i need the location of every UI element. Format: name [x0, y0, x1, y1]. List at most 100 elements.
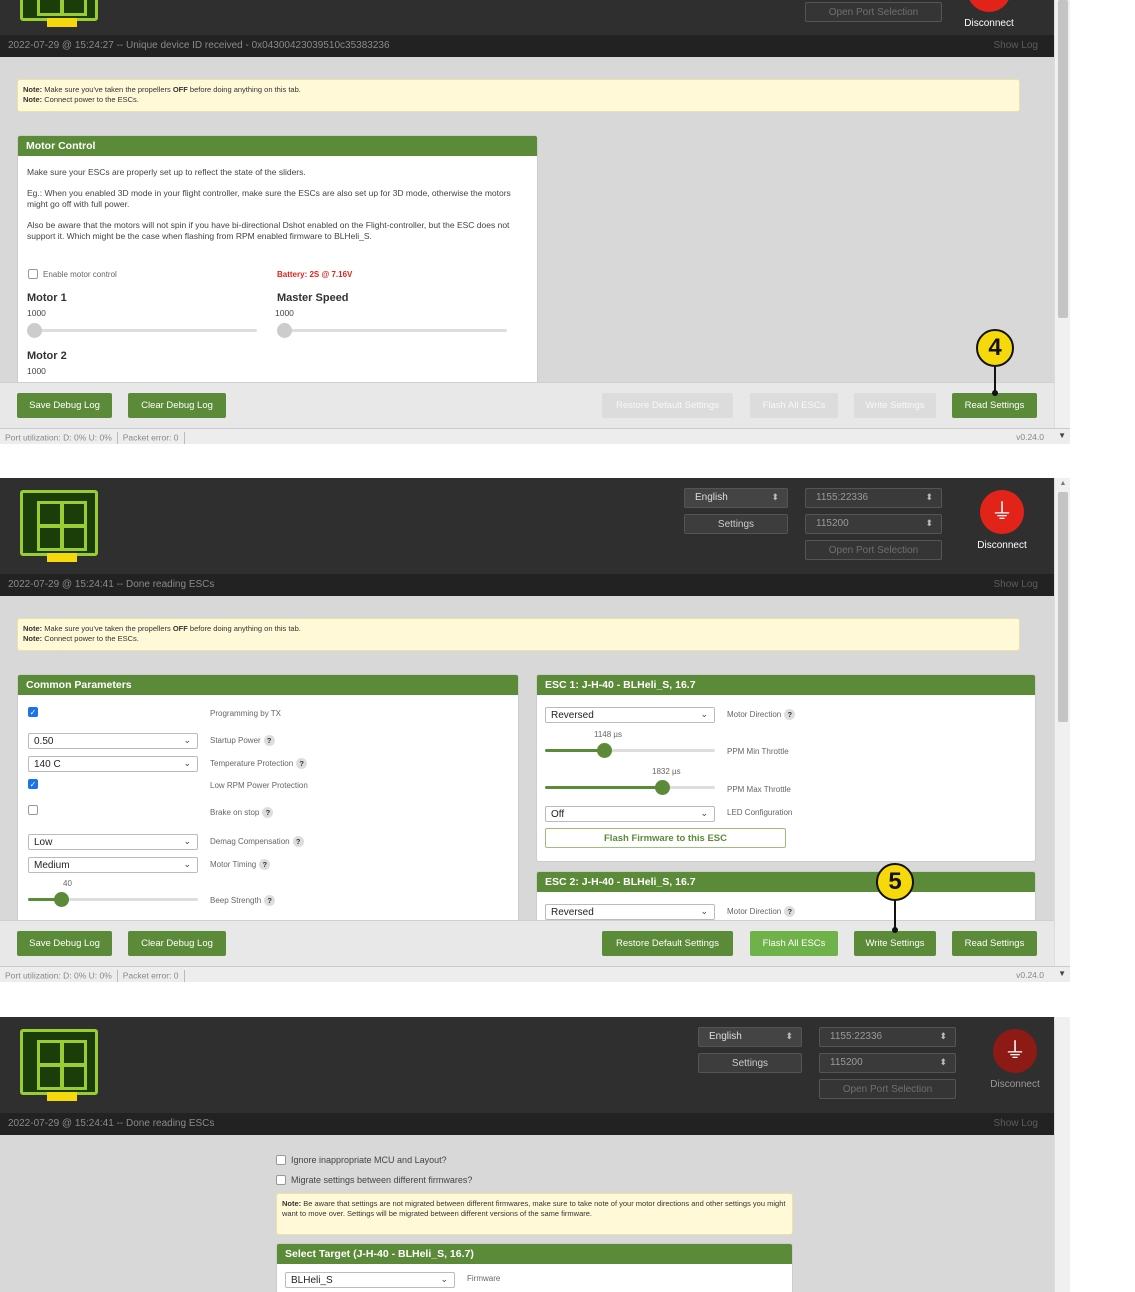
version-label: v0.24.0: [1016, 970, 1044, 980]
log-bar: 2022-07-29 @ 15:24:41 -- Done reading ES…: [0, 1113, 1054, 1135]
ppm-max-slider[interactable]: [545, 780, 715, 795]
port-utilization: Port utilization: D: 0% U: 0%: [5, 970, 112, 981]
tab-content: Ignore inappropriate MCU and Layout? Mig…: [0, 1135, 1054, 1292]
app-logo: [20, 0, 98, 27]
scrollbar[interactable]: [1054, 0, 1070, 428]
master-speed-slider[interactable]: [277, 323, 507, 338]
port-select[interactable]: 1155:22336 ⬍: [805, 488, 942, 508]
beep-strength-slider[interactable]: [28, 892, 198, 907]
baud-select[interactable]: 115200 ⬍: [805, 514, 942, 534]
scrollbar[interactable]: ▲: [1054, 478, 1070, 966]
slider-knob[interactable]: [277, 323, 292, 338]
help-icon[interactable]: ?: [262, 807, 274, 818]
log-message: 2022-07-29 @ 15:24:41 -- Done reading ES…: [8, 579, 215, 590]
motor-1-label: Motor 1: [27, 292, 67, 304]
ignore-mcu-checkbox[interactable]: [276, 1155, 286, 1165]
esc-1-direction-select[interactable]: Reversed ⌄: [545, 707, 715, 723]
temperature-protection-select[interactable]: 140 C ⌄: [28, 756, 198, 772]
chevron-down-icon[interactable]: ▼: [1058, 431, 1066, 440]
usb-plug-icon: ⏚: [967, 0, 1011, 12]
slider-knob[interactable]: [655, 780, 670, 795]
flash-esc-1-button[interactable]: Flash Firmware to this ESC: [545, 828, 786, 848]
beep-strength-value: 40: [63, 879, 72, 888]
motor-control-text-2: Eg.: When you enabled 3D mode in your fl…: [27, 188, 511, 209]
firmware-select[interactable]: BLHeli_S ⌄: [285, 1272, 455, 1288]
led-config-label: LED Configuration: [727, 808, 793, 817]
language-select[interactable]: English ⬍: [684, 488, 788, 508]
status-bar: Port utilization: D: 0% U: 0% Packet erro…: [0, 966, 1070, 982]
read-settings-button[interactable]: Read Settings: [952, 931, 1037, 956]
esc-2-direction-select[interactable]: Reversed ⌄: [545, 904, 715, 920]
restore-defaults-button[interactable]: Restore Default Settings: [602, 393, 733, 418]
restore-defaults-button[interactable]: Restore Default Settings: [602, 931, 733, 956]
help-icon[interactable]: ?: [259, 859, 271, 870]
motor-1-slider[interactable]: [27, 323, 257, 338]
enable-motor-label: Enable motor control: [43, 270, 117, 279]
step-4-callout: 4: [976, 329, 1014, 367]
motor-timing-select[interactable]: Medium ⌄: [28, 857, 198, 873]
version-label: v0.24.0: [1016, 432, 1044, 442]
ppm-min-slider[interactable]: [545, 743, 715, 758]
master-speed-label: Master Speed: [277, 292, 349, 304]
clear-debug-log-button[interactable]: Clear Debug Log: [128, 931, 226, 956]
settings-button[interactable]: Settings: [684, 514, 788, 534]
write-settings-button[interactable]: Write Settings: [854, 393, 936, 418]
brake-on-stop-checkbox[interactable]: [28, 805, 38, 815]
save-debug-log-button[interactable]: Save Debug Log: [17, 931, 112, 956]
usb-plug-icon: ⏚: [993, 1029, 1037, 1073]
demag-compensation-select[interactable]: Low ⌄: [28, 834, 198, 850]
help-icon[interactable]: ?: [292, 836, 304, 847]
led-config-select[interactable]: Off ⌄: [545, 806, 715, 822]
disconnect-button[interactable]: ⏚ Disconnect: [963, 0, 1015, 29]
slider-knob[interactable]: [27, 323, 42, 338]
clear-debug-log-button[interactable]: Clear Debug Log: [128, 393, 226, 418]
esc-2-direction-label: Motor Direction: [727, 907, 782, 916]
flash-all-escs-button[interactable]: Flash All ESCs: [750, 393, 838, 418]
show-log-link[interactable]: Show Log: [994, 1118, 1038, 1129]
scrollbar[interactable]: [1054, 1017, 1070, 1292]
enable-motor-checkbox[interactable]: [28, 269, 38, 279]
help-icon[interactable]: ?: [296, 758, 308, 769]
open-port-button[interactable]: Open Port Selection: [819, 1079, 956, 1099]
help-icon[interactable]: ?: [263, 735, 275, 746]
app-header: English ⬍ Settings 1155:22336 ⬍ 115200 ⬍ Op…: [0, 1017, 1054, 1113]
startup-power-select[interactable]: 0.50 ⌄: [28, 733, 198, 749]
settings-button[interactable]: Settings: [698, 1053, 802, 1073]
help-icon[interactable]: ?: [784, 906, 796, 917]
open-port-button[interactable]: Open Port Selection: [805, 540, 942, 560]
write-settings-button[interactable]: Write Settings: [854, 931, 936, 956]
show-log-link[interactable]: Show Log: [994, 579, 1038, 590]
baud-select[interactable]: 115200 ⬍: [819, 1053, 956, 1073]
motor-timing-label: Motor Timing: [210, 860, 257, 869]
programming-by-tx-checkbox[interactable]: ✓: [28, 707, 38, 717]
help-icon[interactable]: ?: [784, 709, 796, 720]
save-debug-log-button[interactable]: Save Debug Log: [17, 393, 112, 418]
chevron-down-icon[interactable]: ▼: [1058, 969, 1066, 978]
low-rpm-checkbox[interactable]: ✓: [28, 779, 38, 789]
ppm-max-label: PPM Max Throttle: [727, 785, 791, 794]
disconnect-button[interactable]: ⏚ Disconnect: [976, 490, 1028, 551]
callout-dot: [992, 390, 998, 396]
disconnect-label: Disconnect: [977, 540, 1027, 551]
port-select[interactable]: 1155:22336 ⬍: [819, 1027, 956, 1047]
slider-knob[interactable]: [54, 892, 69, 907]
motor-control-title: Motor Control: [18, 136, 537, 156]
show-log-link[interactable]: Show Log: [994, 40, 1038, 51]
migrate-settings-checkbox[interactable]: [276, 1175, 286, 1185]
callout-line: [894, 901, 896, 929]
port-utilization: Port utilization: D: 0% U: 0%: [5, 432, 112, 443]
disconnect-button[interactable]: ⏚ Disconnect: [989, 1029, 1041, 1090]
ppm-min-label: PPM Min Throttle: [727, 747, 789, 756]
warning-note: Note: Make sure you've taken the propell…: [17, 79, 1020, 112]
language-select[interactable]: English ⬍: [698, 1027, 802, 1047]
open-port-button[interactable]: Open Port Selection: [805, 2, 942, 22]
esc-1-direction-label: Motor Direction: [727, 710, 782, 719]
warning-note: Note: Make sure you've taken the propell…: [17, 618, 1020, 651]
callout-dot: [892, 927, 898, 933]
slider-knob[interactable]: [597, 743, 612, 758]
ppm-min-value: 1148 µs: [594, 730, 623, 739]
read-settings-button[interactable]: Read Settings: [952, 393, 1037, 418]
flash-all-escs-button[interactable]: Flash All ESCs: [750, 931, 838, 956]
help-icon[interactable]: ?: [264, 895, 276, 906]
migration-note: Note: Be aware that settings are not mig…: [276, 1193, 793, 1235]
